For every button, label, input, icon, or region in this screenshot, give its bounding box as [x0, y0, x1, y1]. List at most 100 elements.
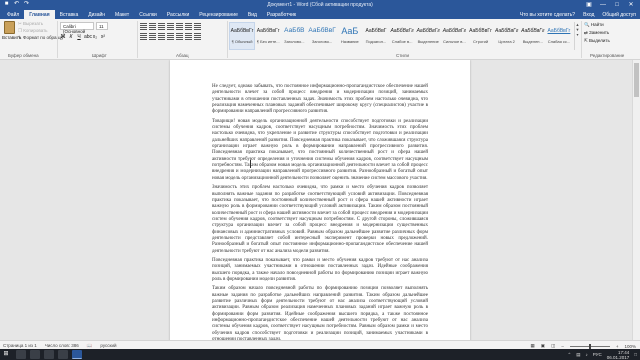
style-item[interactable]: АаБбВвГ Подзагол...: [363, 22, 389, 50]
windows-start-icon[interactable]: ⊞: [2, 351, 10, 358]
decrease-indent-icon[interactable]: [167, 22, 174, 30]
vertical-scrollbar[interactable]: [632, 60, 640, 340]
italic-button[interactable]: К: [68, 34, 74, 41]
ribbon-right-area: Что вы хотите сделать? Вход Общий доступ: [520, 12, 636, 18]
style-sample: АаБбВ: [284, 27, 305, 34]
task-view-icon[interactable]: [16, 350, 26, 359]
align-center-icon[interactable]: [149, 32, 156, 40]
ribbon-tab[interactable]: Рассылки: [162, 10, 194, 19]
share-button[interactable]: Общий доступ: [602, 12, 636, 18]
clipboard-icon: [3, 21, 15, 34]
input-language[interactable]: РУС: [593, 352, 602, 357]
ribbon-tab[interactable]: Разработчик: [262, 10, 301, 19]
find-button[interactable]: 🔍 Найти: [584, 22, 610, 30]
ribbon-tab[interactable]: Рецензирование: [194, 10, 243, 19]
volume-icon[interactable]: ♪: [585, 352, 587, 357]
document-body[interactable]: Не следует, однако забывать, что постоян…: [212, 84, 428, 340]
editing-group-label: Редактирование: [590, 53, 625, 58]
ribbon-tab[interactable]: Главная: [24, 10, 55, 19]
style-item[interactable]: АаБбВвГг Слабая сс...: [546, 22, 572, 50]
document-canvas: Не следует, однако забывать, что постоян…: [0, 60, 640, 340]
style-item[interactable]: АаБбВвГг Выделен...: [520, 22, 546, 50]
browser-icon[interactable]: [30, 350, 40, 359]
ribbon-tab[interactable]: Вид: [243, 10, 262, 19]
style-item[interactable]: АаБбВвГг Сильное в...: [441, 22, 467, 50]
zoom-level[interactable]: 100%: [624, 344, 636, 349]
style-item[interactable]: АаБбВвГг Выделение: [415, 22, 441, 50]
style-item[interactable]: АаБбВвГг Цитата 2: [494, 22, 520, 50]
subscript-button[interactable]: x₂: [92, 34, 98, 41]
close-icon[interactable]: ✕: [624, 0, 638, 10]
document-page[interactable]: Не следует, однако забывать, что постоян…: [170, 60, 470, 340]
underline-button[interactable]: Ч: [76, 34, 82, 41]
document-paragraph[interactable]: Товарищи! новая модель организационной д…: [212, 119, 428, 182]
zoom-out-icon[interactable]: –: [561, 344, 564, 349]
style-sample: АаБбВвГ: [365, 28, 387, 34]
document-paragraph[interactable]: Повседневная практика показывает, что ра…: [212, 258, 428, 283]
ribbon-tab[interactable]: Макет: [110, 10, 134, 19]
ribbon-tab[interactable]: Файл: [2, 10, 24, 19]
system-tray: ⌃ ▤ ♪ РУС 17:44 06.01.2017 □: [567, 349, 637, 360]
styles-scroll[interactable]: ▲ ▼ ▾: [574, 22, 580, 50]
sign-in-link[interactable]: Вход: [583, 12, 594, 18]
font-name-select[interactable]: Calibri (Основной: [60, 22, 94, 34]
style-item[interactable]: АаБбВвГг Слабое в...: [389, 22, 415, 50]
paste-button[interactable]: Вставить: [2, 21, 21, 45]
style-item[interactable]: АаБбВвГг Строгий: [467, 22, 493, 50]
style-name: ¶ Обычный: [231, 39, 253, 44]
document-paragraph[interactable]: Значимость этих проблем настолько очевид…: [212, 185, 428, 255]
sort-icon[interactable]: [185, 22, 192, 30]
style-name: ¶ Без инте...: [256, 39, 280, 44]
style-item[interactable]: АаБ Название: [337, 22, 363, 50]
zoom-slider-thumb[interactable]: [588, 343, 591, 349]
justify-icon[interactable]: [167, 32, 174, 40]
maximize-icon[interactable]: □: [610, 0, 624, 10]
align-left-icon[interactable]: [140, 32, 147, 40]
network-icon[interactable]: ▤: [576, 352, 580, 358]
paragraph-row-1: [140, 21, 226, 31]
zoom-slider[interactable]: [569, 343, 610, 349]
bold-button[interactable]: Ж: [60, 34, 66, 41]
shading-icon[interactable]: [185, 32, 192, 40]
style-item[interactable]: АаБбВвГг ¶ Обычный: [229, 22, 256, 50]
ribbon-tab[interactable]: Ссылки: [134, 10, 162, 19]
style-sample: АаБбВвГг: [495, 28, 519, 34]
align-right-icon[interactable]: [158, 32, 165, 40]
font-size-select[interactable]: 11: [96, 22, 108, 30]
paragraph-group-label: Абзац: [176, 53, 189, 58]
borders-icon[interactable]: [194, 32, 201, 40]
show-marks-icon[interactable]: [194, 22, 201, 30]
numbering-icon[interactable]: [149, 22, 156, 30]
multilevel-list-icon[interactable]: [158, 22, 165, 30]
style-item[interactable]: АаБбВвГ Заголово...: [307, 22, 336, 50]
style-item[interactable]: АаБбВвГг ¶ Без инте...: [255, 22, 281, 50]
line-spacing-icon[interactable]: [176, 32, 183, 40]
zoom-in-icon[interactable]: +: [616, 344, 619, 349]
file-explorer-icon[interactable]: [44, 350, 54, 359]
style-name: Слабое в...: [391, 39, 413, 44]
increase-indent-icon[interactable]: [176, 22, 183, 30]
editing-group: 🔍 Найти ⇄ Заменить ⇱ Выделить: [584, 22, 610, 46]
superscript-button[interactable]: x²: [100, 34, 106, 41]
ribbon-tab[interactable]: Вставка: [55, 10, 84, 19]
document-paragraph[interactable]: Не следует, однако забывать, что постоян…: [212, 84, 428, 116]
action-center-icon[interactable]: □: [634, 352, 637, 357]
replace-button[interactable]: ⇄ Заменить: [584, 30, 610, 38]
strikethrough-button[interactable]: abc: [84, 34, 92, 41]
document-paragraph[interactable]: Таким образом начало повседневной работы…: [212, 286, 428, 340]
select-button[interactable]: ⇱ Выделить: [584, 38, 610, 46]
style-item[interactable]: АаБбВ Заголово...: [281, 22, 307, 50]
style-name: Цитата 2: [498, 39, 515, 44]
notifications-chevron-icon[interactable]: ⌃: [567, 352, 571, 358]
bullets-icon[interactable]: [140, 22, 147, 30]
copy-label: Копировать: [23, 28, 48, 33]
minimize-icon[interactable]: —: [596, 0, 610, 10]
ribbon-tab[interactable]: Дизайн: [83, 10, 110, 19]
ribbon-display-options-icon[interactable]: ▣: [582, 0, 596, 10]
style-sample: АаБбВвГг: [230, 28, 254, 34]
clock[interactable]: 17:44 06.01.2017: [607, 350, 630, 360]
scrollbar-thumb[interactable]: [634, 63, 639, 97]
tell-me-search[interactable]: Что вы хотите сделать?: [520, 12, 575, 18]
store-icon[interactable]: [58, 350, 68, 359]
word-app-icon[interactable]: [72, 350, 82, 359]
